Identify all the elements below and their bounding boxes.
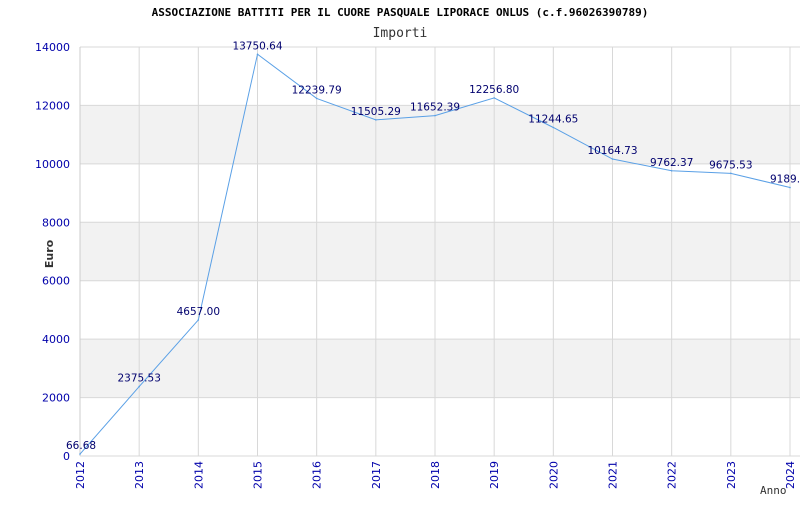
data-point bbox=[375, 119, 377, 121]
data-label: 2375.53 bbox=[117, 373, 160, 385]
y-tick-label: 2000 bbox=[42, 392, 70, 405]
x-tick-labels: 2012 2013 2014 2015 2016 2017 2018 2019 2020 2021… bbox=[74, 461, 797, 489]
data-label: 11244.65 bbox=[528, 113, 578, 125]
y-axis-label: Euro bbox=[43, 239, 56, 268]
data-point bbox=[552, 126, 555, 129]
x-tick-label: 2018 bbox=[429, 461, 442, 489]
data-point bbox=[789, 186, 791, 189]
y-tick-label: 14000 bbox=[35, 41, 70, 54]
line-chart: ASSOCIAZIONE BATTITI PER IL CUORE PASQUA… bbox=[35, 6, 800, 497]
x-tick-label: 2016 bbox=[311, 461, 324, 489]
data-point bbox=[138, 385, 140, 388]
x-tick-label: 2022 bbox=[666, 461, 679, 489]
x-tick-label: 2024 bbox=[784, 461, 797, 489]
background-band bbox=[80, 222, 800, 281]
x-tick-label: 2015 bbox=[252, 461, 265, 489]
data-point bbox=[79, 453, 81, 455]
background-band bbox=[80, 163, 800, 223]
data-label: 9762.37 bbox=[650, 157, 693, 169]
data-label: 4657.00 bbox=[177, 306, 220, 318]
y-tick-label: 12000 bbox=[35, 99, 70, 112]
chart: ASSOCIAZIONE BATTITI PER IL CUORE PASQUA… bbox=[0, 0, 800, 500]
data-label: 9675.53 bbox=[709, 159, 752, 171]
chart-subtitle: Importi bbox=[373, 26, 428, 41]
data-point bbox=[434, 114, 436, 117]
data-label: 10164.73 bbox=[587, 145, 637, 157]
data-label: 11505.29 bbox=[351, 106, 401, 118]
x-tick-label: 2012 bbox=[74, 461, 87, 489]
background-band bbox=[80, 339, 800, 398]
background-band bbox=[80, 47, 800, 106]
y-tick-label: 6000 bbox=[42, 275, 70, 288]
data-point bbox=[670, 169, 673, 172]
data-label: 12256.80 bbox=[469, 84, 519, 96]
x-tick-label: 2021 bbox=[607, 461, 620, 489]
x-axis-label: Anno bbox=[760, 484, 787, 497]
y-tick-label: 8000 bbox=[42, 216, 70, 229]
data-point bbox=[730, 172, 732, 175]
x-tick-label: 2023 bbox=[725, 461, 738, 489]
data-label: 13750.64 bbox=[232, 40, 282, 52]
chart-title: ASSOCIAZIONE BATTITI PER IL CUORE PASQUA… bbox=[152, 6, 649, 19]
data-point bbox=[315, 97, 318, 100]
y-tick-label: 10000 bbox=[35, 158, 70, 171]
x-tick-label: 2014 bbox=[192, 461, 205, 489]
background-band bbox=[80, 397, 800, 456]
data-point bbox=[197, 319, 200, 321]
data-label: 12239.79 bbox=[292, 84, 342, 96]
y-tick-label: 4000 bbox=[42, 333, 70, 346]
data-label: 66.68 bbox=[66, 440, 96, 452]
data-label: 9189.6 bbox=[770, 174, 800, 186]
data-point bbox=[611, 158, 614, 160]
data-point bbox=[493, 97, 495, 99]
x-tick-label: 2017 bbox=[370, 461, 383, 489]
x-tick-label: 2020 bbox=[547, 461, 560, 489]
data-point bbox=[256, 53, 259, 56]
data-label: 11652.39 bbox=[410, 102, 460, 114]
x-tick-label: 2013 bbox=[133, 461, 146, 489]
x-tick-label: 2019 bbox=[488, 461, 501, 489]
